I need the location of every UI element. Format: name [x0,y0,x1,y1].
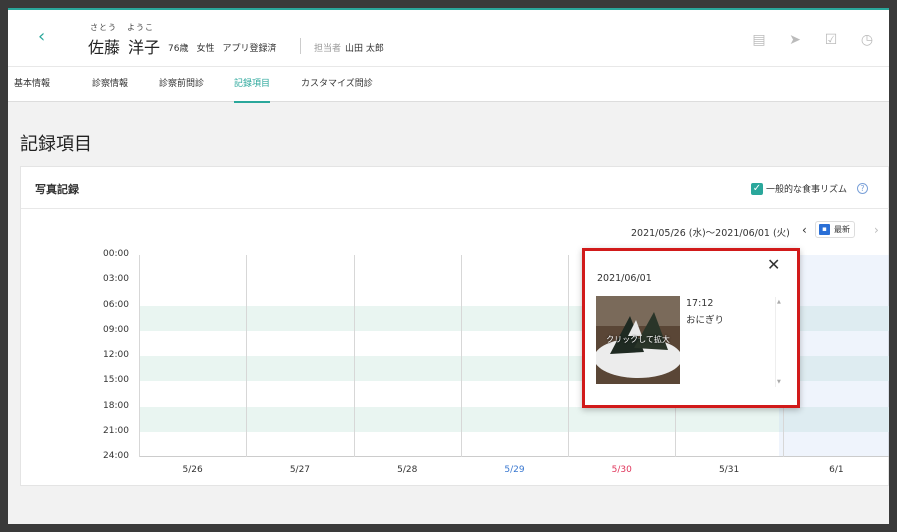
tab-basic-info[interactable]: 基本情報 [14,67,50,103]
y-tick-label: 21:00 [103,425,129,436]
y-tick-label: 18:00 [103,400,129,411]
patient-info: 76歳 女性 アプリ登録済 [168,41,284,54]
last-name: 佐藤 [88,38,121,57]
tab-custom-questionnaire[interactable]: カスタマイズ問診 [301,67,373,103]
patient-name-kana: さとう ようこ [90,22,154,33]
popup-date: 2021/06/01 [597,273,652,284]
next-week-button[interactable]: › [874,223,879,237]
prev-week-button[interactable]: ‹ [802,223,807,237]
meal-rhythm-band [139,406,889,432]
kana-last: さとう [90,23,117,32]
scroll-up-icon[interactable]: ▲ [777,299,781,305]
x-axis-line [139,456,889,457]
x-tick-label: 5/26 [182,465,203,475]
staff-name: 山田 太郎 [345,44,384,54]
checkbox-checked-icon[interactable]: ✓ [751,182,763,195]
app-window: ‹ さとう ようこ 佐藤 洋子 76歳 女性 アプリ登録済 担当者 山田 太郎 ▤ ➤ ☑… [8,8,889,524]
tab-pre-exam-questionnaire[interactable]: 診察前問診 [159,67,204,103]
x-tick-label: 6/1 [829,465,844,475]
card-header: 写真記録 ✓ 一般的な食事リズム ? [21,167,889,209]
tab-bar: 基本情報 診察情報 診察前問診 記録項目 カスタマイズ問診 [8,66,889,103]
x-tick-label: 5/31 [718,465,740,475]
grid-line [568,255,570,457]
card-title: 写真記録 [35,183,79,196]
date-range: 2021/05/26 (水)〜2021/06/01 (火) [631,228,790,239]
document-icon[interactable]: ▤ [751,32,767,48]
chevron-left-icon: ‹ [38,26,46,47]
x-tick-label: 5/27 [289,465,311,475]
page-title: 記録項目 [20,134,92,155]
x-tick-label: 5/29 [504,465,525,475]
scroll-down-icon[interactable]: ▼ [777,379,781,385]
calendar-check-icon[interactable]: ☑ [823,32,839,48]
meal-rhythm-label: 一般的な食事リズム [766,185,848,195]
header-divider [300,38,301,54]
first-name: 洋子 [128,38,161,57]
patient-name: 佐藤 洋子 [88,34,160,58]
header-actions: ▤ ➤ ☑ ◷ [751,32,875,48]
y-tick-label: 15:00 [103,375,129,386]
grid-line [460,255,462,457]
grid-line [139,255,140,457]
patient-gender: 女性 [196,44,215,54]
clock-list-icon[interactable]: ◷ [859,32,875,48]
meal-time: 17:12 [686,298,714,309]
y-tick-label: 24:00 [103,451,129,461]
y-tick-label: 12:00 [103,350,129,360]
patient-age: 76歳 [168,44,189,54]
calendar-icon: ▪ [819,224,830,235]
grid-line [246,255,248,457]
latest-button[interactable]: ▪ 最新 [815,221,855,238]
latest-label: 最新 [834,225,850,234]
x-tick-label: 5/30 [611,465,632,475]
app-status: アプリ登録済 [222,44,277,54]
tab-records[interactable]: 記録項目 [234,67,271,103]
tab-exam-info[interactable]: 診察情報 [92,67,128,103]
meal-name: おにぎり [686,315,725,326]
popup-scrollbar[interactable]: ▲ ▼ [775,297,783,387]
y-tick-label: 09:00 [103,324,129,335]
grid-line [353,255,355,457]
question-circle-icon[interactable]: ? [857,183,869,194]
patient-header: ‹ さとう ようこ 佐藤 洋子 76歳 女性 アプリ登録済 担当者 山田 太郎 ▤ ➤ ☑… [8,10,889,66]
close-icon[interactable]: ✕ [767,255,780,274]
meal-photo-popup: ✕ 2021/06/01 クリックして拡大 17:12 おにぎり ▲ ▼ [582,248,800,408]
y-tick-label: 00:00 [103,249,129,259]
y-tick-label: 06:00 [103,299,129,310]
x-tick-label: 5/28 [397,465,418,475]
y-tick-label: 03:00 [103,274,129,285]
meal-rhythm-toggle[interactable]: ✓ 一般的な食事リズム ? [751,182,869,195]
send-icon[interactable]: ➤ [787,32,803,48]
meal-photo[interactable]: クリックして拡大 [596,296,680,384]
staff-info: 担当者 山田 太郎 [314,41,384,54]
zoom-hint: クリックして拡大 [606,335,670,344]
back-button[interactable]: ‹ [38,27,52,47]
staff-label: 担当者 [314,44,342,54]
kana-first: ようこ [127,23,154,32]
